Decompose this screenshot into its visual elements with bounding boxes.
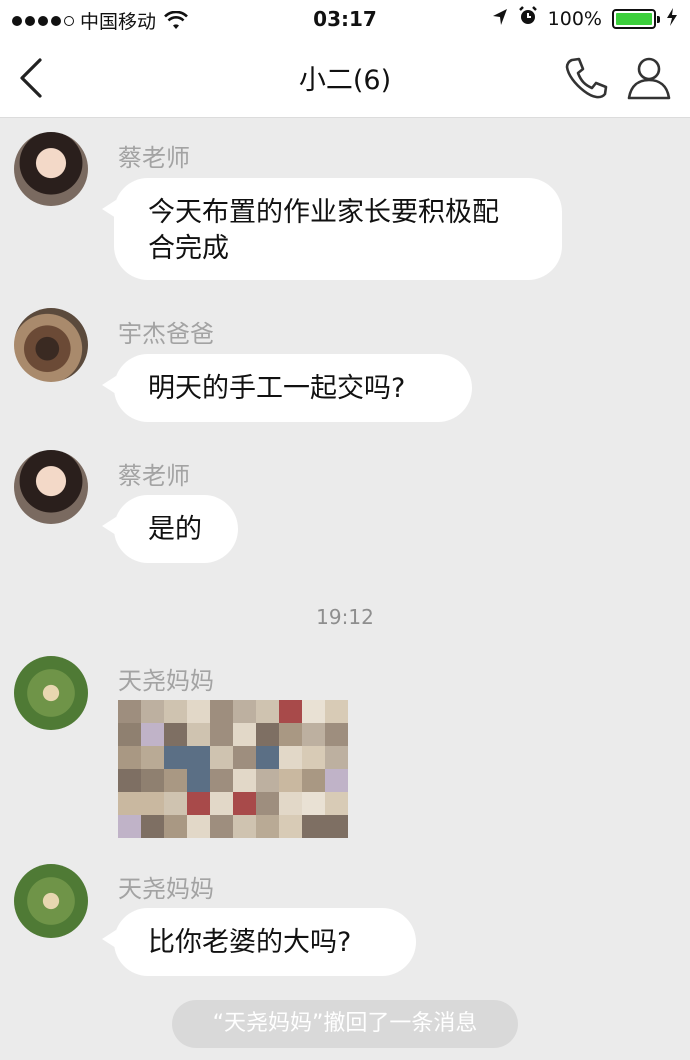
image-pixel [141, 746, 164, 769]
image-pixel [302, 700, 325, 723]
image-pixel [164, 815, 187, 838]
image-pixel [187, 815, 210, 838]
image-pixel [233, 723, 256, 746]
image-pixel [141, 769, 164, 792]
image-pixel [302, 769, 325, 792]
avatar[interactable] [14, 656, 88, 730]
image-pixel [302, 792, 325, 815]
image-pixel [164, 746, 187, 769]
message-bubble[interactable]: 明天的手工一起交吗? [102, 354, 472, 422]
image-pixel [279, 815, 302, 838]
call-button[interactable] [562, 54, 610, 102]
image-pixel [256, 700, 279, 723]
image-pixel [279, 723, 302, 746]
image-pixel [164, 700, 187, 723]
charging-bolt-icon [666, 7, 678, 31]
image-pixel [325, 723, 348, 746]
message-bubble[interactable]: 今天布置的作业家长要积极配 合完成 [102, 178, 562, 280]
image-pixel [187, 792, 210, 815]
image-pixel [279, 746, 302, 769]
image-pixel [233, 746, 256, 769]
image-pixel [118, 746, 141, 769]
image-message[interactable] [118, 700, 348, 838]
image-pixel [210, 815, 233, 838]
avatar[interactable] [14, 450, 88, 524]
image-pixel [187, 769, 210, 792]
image-pixel [141, 700, 164, 723]
image-pixel [118, 769, 141, 792]
sender-name: 蔡老师 [118, 144, 190, 172]
image-pixel [164, 769, 187, 792]
image-pixel [210, 700, 233, 723]
image-pixel [118, 723, 141, 746]
time-divider: 19:12 [316, 605, 374, 629]
image-pixel [210, 746, 233, 769]
image-pixel [256, 769, 279, 792]
image-pixel [233, 792, 256, 815]
image-pixel [256, 746, 279, 769]
image-pixel [233, 700, 256, 723]
message-bubble[interactable]: 是的 [102, 495, 238, 563]
image-pixel [256, 792, 279, 815]
image-pixel [325, 746, 348, 769]
image-pixel [141, 723, 164, 746]
image-pixel [141, 815, 164, 838]
image-pixel [279, 769, 302, 792]
message-bubble[interactable]: 比你老婆的大吗? [102, 908, 416, 976]
image-pixel [279, 792, 302, 815]
location-arrow-icon [492, 7, 508, 31]
sender-name: 蔡老师 [118, 462, 190, 490]
image-pixel [118, 792, 141, 815]
battery-percent: 100% [547, 7, 602, 30]
nav-bar: 小二(6) [0, 38, 690, 118]
image-pixel [233, 815, 256, 838]
image-pixel [302, 723, 325, 746]
sender-name: 天尧妈妈 [118, 667, 214, 695]
battery-icon [612, 8, 660, 29]
recall-notice: “天尧妈妈”撤回了一条消息 [172, 1000, 518, 1048]
group-profile-button[interactable] [624, 52, 674, 102]
image-pixel [141, 792, 164, 815]
status-right: 100% [492, 6, 678, 31]
person-icon [627, 57, 671, 100]
image-pixel [118, 700, 141, 723]
image-pixel [210, 723, 233, 746]
image-pixel [302, 746, 325, 769]
avatar[interactable] [14, 308, 88, 382]
image-pixel [118, 815, 141, 838]
sender-name: 宇杰爸爸 [118, 320, 214, 348]
alarm-clock-icon [518, 6, 538, 31]
image-pixel [233, 769, 256, 792]
image-pixel [187, 700, 210, 723]
image-pixel [325, 769, 348, 792]
avatar[interactable] [14, 864, 88, 938]
sender-name: 天尧妈妈 [118, 875, 214, 903]
image-pixel [164, 792, 187, 815]
image-pixel [256, 815, 279, 838]
image-pixel [210, 792, 233, 815]
image-pixel [325, 700, 348, 723]
image-pixel [164, 723, 187, 746]
image-pixel [279, 700, 302, 723]
image-pixel [325, 792, 348, 815]
image-pixel [187, 746, 210, 769]
status-bar: 中国移动 03:17 100% [0, 0, 690, 38]
image-pixel [210, 769, 233, 792]
phone-icon [565, 57, 608, 99]
avatar[interactable] [14, 132, 88, 206]
image-pixel [325, 815, 348, 838]
image-pixel [187, 723, 210, 746]
image-pixel [256, 723, 279, 746]
image-pixel [302, 815, 325, 838]
